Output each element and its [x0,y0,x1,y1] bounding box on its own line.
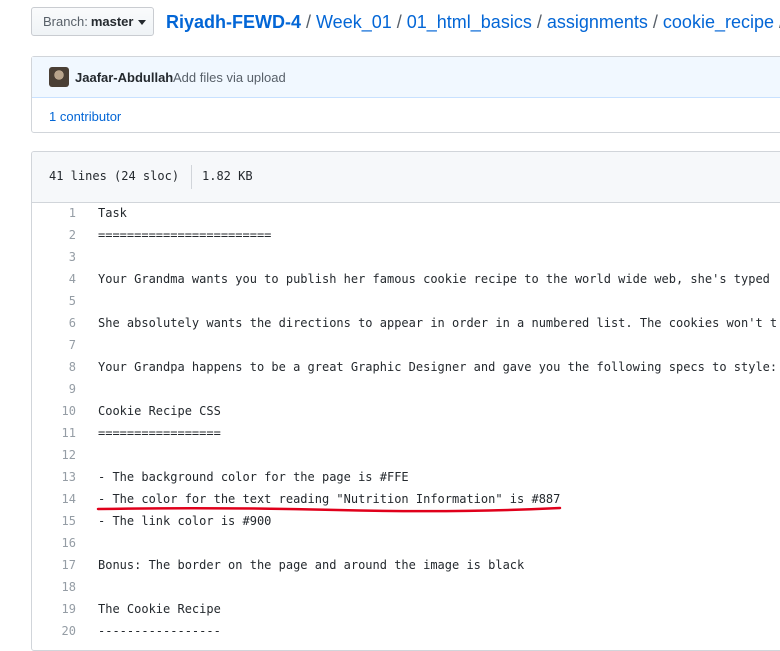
file-size: 1.82 KB [202,169,253,183]
line-content: ================= [98,426,221,440]
line-content: Your Grandma wants you to publish her fa… [98,272,770,286]
breadcrumb-link-assignments[interactable]: assignments [547,12,648,32]
code-line: 12 [32,444,780,466]
code-line: 18 [32,576,780,598]
code-line: 3 [32,246,780,268]
line-number[interactable]: 1 [32,206,76,220]
code-line: 17 Bonus: The border on the page and arou… [32,554,780,576]
line-number[interactable]: 9 [32,382,76,396]
commit-info-box: Jaafar-Abdullah Add files via upload 1 c… [31,56,780,133]
code-line: 13 - The background color for the page is… [32,466,780,488]
line-content: Cookie Recipe CSS [98,404,221,418]
code-line: 19 The Cookie Recipe [32,598,780,620]
code-line: 2 ======================== [32,224,780,246]
line-content: - The background color for the page is #… [98,470,409,484]
line-number[interactable]: 16 [32,536,76,550]
code-line: 6 She absolutely wants the directions to … [32,312,780,334]
line-number[interactable]: 4 [32,272,76,286]
line-number[interactable]: 8 [32,360,76,374]
line-number[interactable]: 6 [32,316,76,330]
file-line-count: 41 lines (24 sloc) [49,169,180,183]
code-line: 8 Your Grandpa happens to be a great Grap… [32,356,780,378]
line-content: She absolutely wants the directions to a… [98,316,778,330]
code-line: 10 Cookie Recipe CSS [32,400,780,422]
breadcrumb-separator: / [396,12,402,32]
code-line: 20 ----------------- [32,620,780,642]
code-line: 15 - The link color is #900 [32,510,780,532]
file-viewer: 41 lines (24 sloc) 1.82 KB 1 Task 2 =======… [31,151,780,651]
line-number[interactable]: 14 [32,492,76,506]
line-content: Your Grandpa happens to be a great Graph… [98,360,778,374]
line-number[interactable]: 18 [32,580,76,594]
breadcrumb-separator: / [536,12,542,32]
code-line: 5 [32,290,780,312]
line-number[interactable]: 19 [32,602,76,616]
code-line: 9 [32,378,780,400]
breadcrumb-link-html-basics[interactable]: 01_html_basics [407,12,532,32]
line-number[interactable]: 17 [32,558,76,572]
line-number[interactable]: 3 [32,250,76,264]
line-number[interactable]: 7 [32,338,76,352]
commit-message[interactable]: Add files via upload [173,70,286,85]
red-underline-annotation [96,506,562,513]
branch-label: Branch: [43,14,88,29]
line-number[interactable]: 20 [32,624,76,638]
line-number[interactable]: 12 [32,448,76,462]
line-number[interactable]: 15 [32,514,76,528]
latest-commit-bar: Jaafar-Abdullah Add files via upload [32,57,780,98]
breadcrumb-link-week01[interactable]: Week_01 [316,12,392,32]
breadcrumb: Riyadh-FEWD-4/Week_01/01_html_basics / ass… [166,11,780,33]
caret-down-icon [138,20,147,25]
contributors-link[interactable]: 1 contributor [49,109,121,124]
breadcrumb-repo-link[interactable]: Riyadh-FEWD-4 [166,12,301,32]
line-content: Task [98,206,127,220]
line-number[interactable]: 13 [32,470,76,484]
code-line: 1 Task [32,202,780,224]
code-line: 4 Your Grandma wants you to publish her f… [32,268,780,290]
branch-value: master [90,14,134,29]
line-content: ----------------- [98,624,221,638]
line-content: The Cookie Recipe [98,602,221,616]
file-header: 41 lines (24 sloc) 1.82 KB [32,152,780,203]
file-info-divider [191,165,192,189]
line-content: - The link color is #900 [98,514,272,528]
commit-author-link[interactable]: Jaafar-Abdullah [75,70,173,85]
branch-selector-button[interactable]: Branch: master [31,7,154,36]
breadcrumb-separator: / [306,12,312,32]
code-line: 11 ================= [32,422,780,444]
line-number[interactable]: 11 [32,426,76,440]
code-line: 16 [32,532,780,554]
breadcrumb-link-cookie-recipe[interactable]: cookie_recipe [663,12,774,32]
line-content: - The color for the text reading "Nutrit… [98,492,561,506]
line-content: Bonus: The border on the page and around… [98,558,525,572]
line-number[interactable]: 10 [32,404,76,418]
breadcrumb-separator: / [652,12,658,32]
line-content: ======================== [98,228,272,242]
code-line: 7 [32,334,780,356]
line-number[interactable]: 2 [32,228,76,242]
line-number[interactable]: 5 [32,294,76,308]
author-avatar[interactable] [49,67,69,87]
